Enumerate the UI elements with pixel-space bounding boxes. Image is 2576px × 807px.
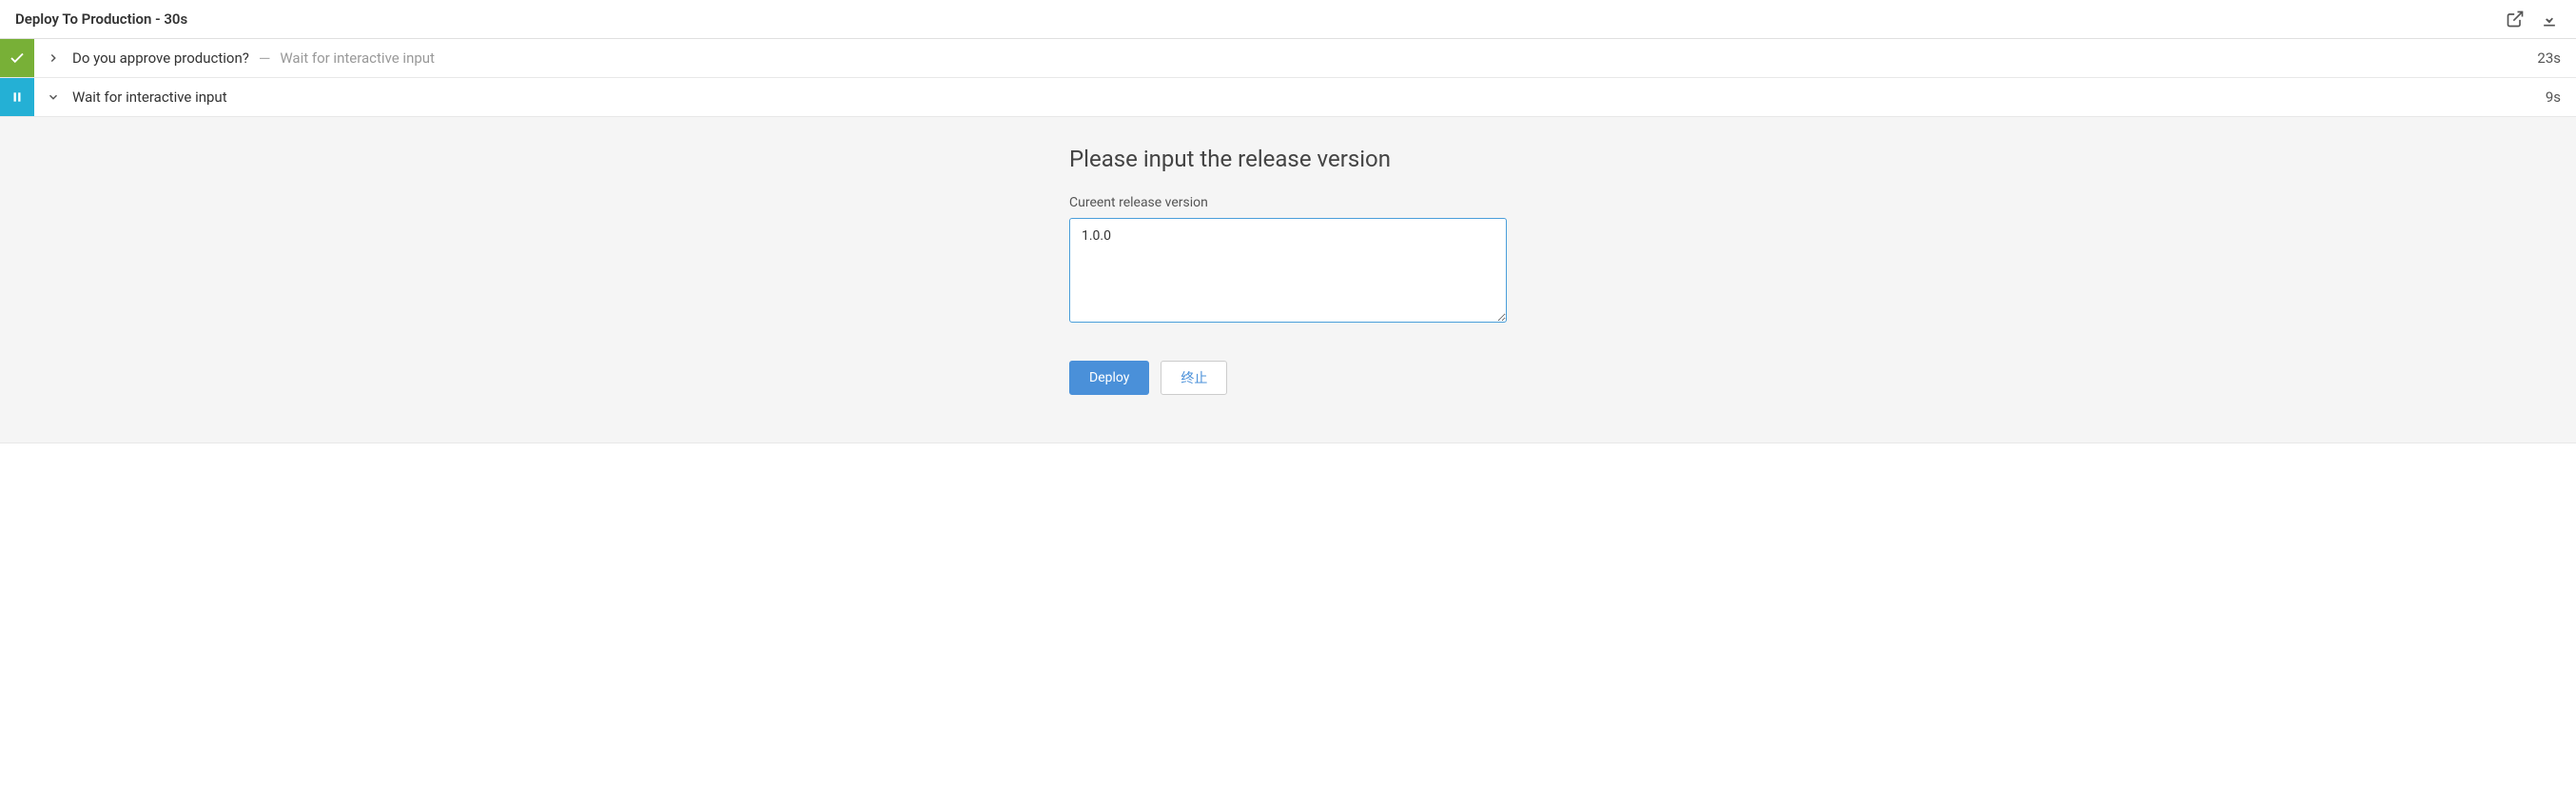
step-title: Wait for interactive input	[72, 89, 227, 106]
status-success-icon	[0, 39, 34, 77]
step-title: Do you approve production?	[72, 49, 249, 67]
form-inner: Please input the release version Cureent…	[1069, 146, 1507, 395]
step-row[interactable]: Do you approve production? — Wait for in…	[0, 39, 2576, 78]
chevron-right-icon	[42, 51, 65, 65]
step-duration: 23s	[2537, 49, 2576, 67]
step-content: Wait for interactive input	[65, 89, 2546, 106]
deploy-button[interactable]: Deploy	[1069, 361, 1149, 395]
open-external-icon[interactable]	[2504, 8, 2527, 30]
chevron-down-icon	[42, 90, 65, 104]
stage-header: Deploy To Production - 30s	[0, 0, 2576, 39]
stage-title: Deploy To Production - 30s	[15, 10, 187, 28]
form-heading: Please input the release version	[1069, 146, 1507, 172]
step-subtitle: Wait for interactive input	[280, 49, 435, 67]
download-icon[interactable]	[2538, 8, 2561, 30]
version-label: Cureent release version	[1069, 195, 1507, 210]
pipeline-stage-panel: Deploy To Production - 30s	[0, 0, 2576, 443]
version-input[interactable]	[1069, 218, 1507, 323]
status-paused-icon	[0, 78, 34, 116]
header-actions	[2504, 8, 2561, 30]
abort-button[interactable]: 终止	[1161, 361, 1227, 395]
step-content: Do you approve production? — Wait for in…	[65, 49, 2537, 68]
step-subtitle-dash: —	[259, 49, 271, 68]
step-duration: 9s	[2546, 89, 2576, 106]
form-actions: Deploy 终止	[1069, 361, 1507, 395]
input-form-panel: Please input the release version Cureent…	[0, 117, 2576, 443]
step-row[interactable]: Wait for interactive input 9s	[0, 78, 2576, 117]
